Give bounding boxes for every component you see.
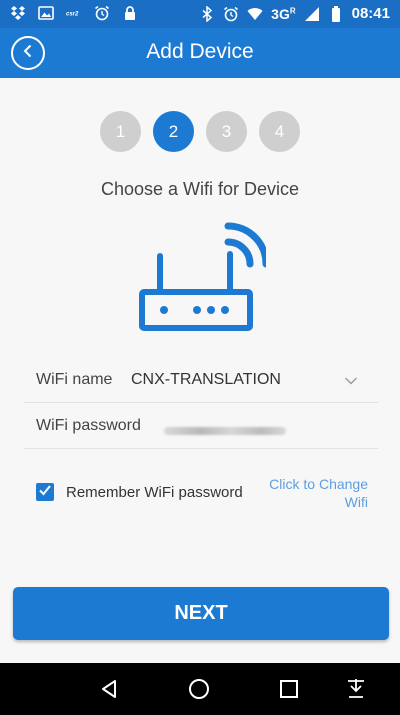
step-4: 4 xyxy=(259,111,300,152)
dropbox-icon xyxy=(10,5,26,21)
wifi-password-input[interactable] xyxy=(164,427,286,435)
nav-recents-icon[interactable] xyxy=(277,677,301,701)
next-button[interactable]: NEXT xyxy=(13,587,389,640)
status-time: 08:41 xyxy=(351,5,390,22)
app-bar: Add Device xyxy=(0,28,400,78)
wifi-password-label: WiFi password xyxy=(36,417,141,434)
lock-icon xyxy=(122,5,138,21)
nav-notifications-icon[interactable] xyxy=(344,677,368,701)
svg-text:csr2: csr2 xyxy=(66,12,79,18)
status-bar: csr2 3GR 08:41 xyxy=(0,0,400,28)
check-icon xyxy=(38,483,52,502)
remember-password-checkbox[interactable] xyxy=(36,483,54,501)
status-left-icons: csr2 xyxy=(10,5,138,21)
step-1: 1 xyxy=(100,111,141,152)
bluetooth-icon xyxy=(199,5,215,22)
section-heading: Choose a Wifi for Device xyxy=(100,179,300,199)
nav-home-icon[interactable] xyxy=(187,677,211,701)
chevron-down-icon[interactable] xyxy=(344,373,358,385)
nav-back-icon[interactable] xyxy=(98,677,122,701)
wifi-name-select[interactable]: WiFi name CNX-TRANSLATION xyxy=(24,359,378,403)
wifi-name-label: WiFi name xyxy=(36,371,113,388)
cs2-icon: csr2 xyxy=(66,5,82,21)
remember-password-row[interactable]: Remember WiFi password xyxy=(36,483,243,501)
alarm-icon xyxy=(94,5,110,21)
remember-password-label: Remember WiFi password xyxy=(66,483,243,501)
status-right-icons: 3GR 08:41 xyxy=(199,5,390,22)
battery-icon xyxy=(328,5,344,22)
step-2: 2 xyxy=(153,111,194,152)
step-indicator: 1 2 3 4 xyxy=(100,111,300,152)
system-nav-bar xyxy=(0,663,400,715)
image-icon xyxy=(38,5,54,21)
router-icon xyxy=(138,218,270,334)
change-wifi-link[interactable]: Click to Change Wifi xyxy=(248,475,368,511)
wifi-name-value: CNX-TRANSLATION xyxy=(131,371,281,388)
signal-icon xyxy=(304,6,320,22)
page-title: Add Device xyxy=(146,40,254,63)
wifi-password-field[interactable]: WiFi password xyxy=(24,405,378,449)
step-3: 3 xyxy=(206,111,247,152)
alarm-icon xyxy=(223,6,239,22)
network-type: 3GR xyxy=(271,5,296,22)
wifi-icon xyxy=(247,6,263,22)
